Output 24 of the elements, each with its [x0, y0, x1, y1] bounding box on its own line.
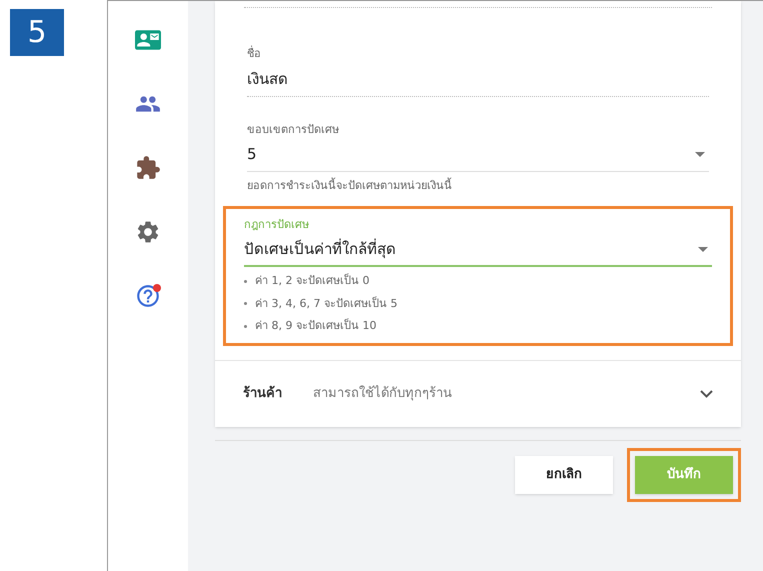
helper-text: ยอดการชำระเงินนี้จะปัดเศษตามหน่วยเงินนี้ [247, 178, 453, 194]
select-field[interactable]: ปัดเศษเป็นค่าที่ใกล้ที่สุด [244, 233, 712, 267]
rule-note: ค่า 3, 4, 6, 7 จะปัดเศษเป็น 5 [255, 296, 398, 312]
dropdown-caret-icon [698, 246, 708, 252]
puzzle-piece-icon[interactable] [135, 155, 161, 181]
field-label: กฎการปัดเศษ [244, 216, 310, 232]
store-value: สามารถใช้ได้กับทุกๆร้าน [313, 384, 453, 403]
rule-note: ค่า 1, 2 จะปัดเศษเป็น 0 [255, 273, 370, 289]
field-label: ขอบเขตการปัดเศษ [247, 122, 340, 138]
dropdown-caret-icon [695, 152, 705, 157]
chevron-down-icon [700, 390, 713, 398]
bullet-icon [244, 302, 247, 306]
help-icon[interactable] [135, 283, 161, 309]
select-field[interactable]: 5 [247, 138, 709, 172]
field-label: ชื่อ [247, 46, 262, 62]
bullet-icon [244, 280, 247, 283]
step-number-badge: 5 [10, 9, 64, 56]
store-row[interactable]: ร้านค้า สามารถใช้ได้กับทุกๆร้าน [215, 360, 741, 426]
cancel-button[interactable]: ยกเลิก [515, 456, 613, 494]
text-field[interactable]: เงินสด [247, 62, 709, 96]
store-label: ร้านค้า [243, 384, 283, 403]
rule-note: ค่า 8, 9 จะปัดเศษเป็น 10 [255, 318, 376, 334]
bullet-icon [244, 324, 247, 328]
settings-icon[interactable] [135, 219, 161, 245]
